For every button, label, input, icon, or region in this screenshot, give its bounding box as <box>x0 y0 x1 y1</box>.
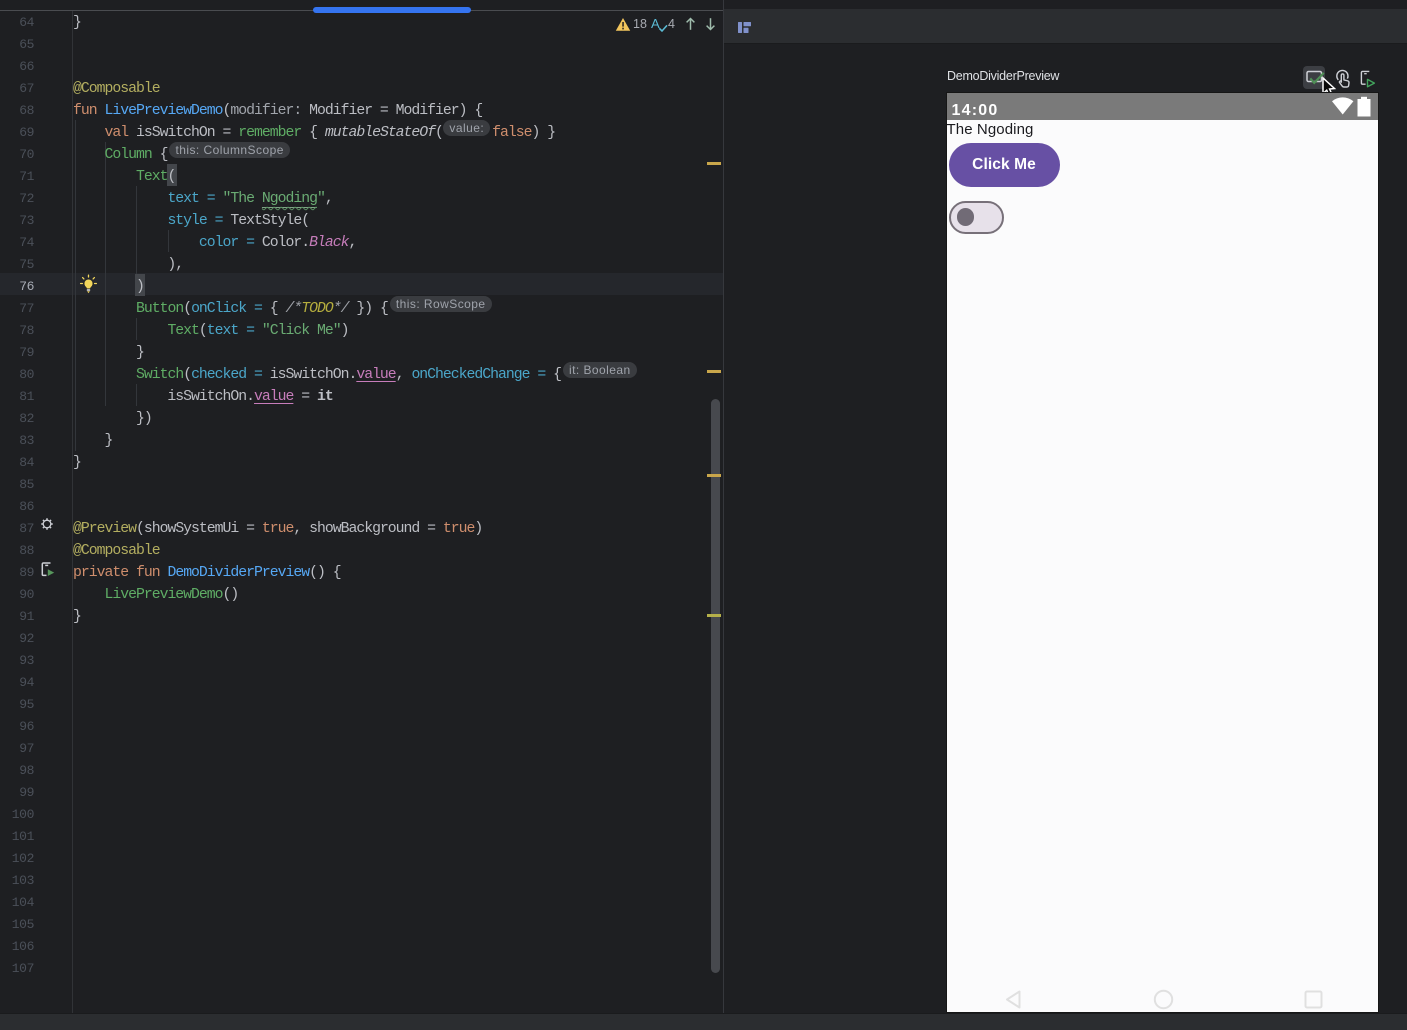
svg-text:A: A <box>651 16 660 31</box>
